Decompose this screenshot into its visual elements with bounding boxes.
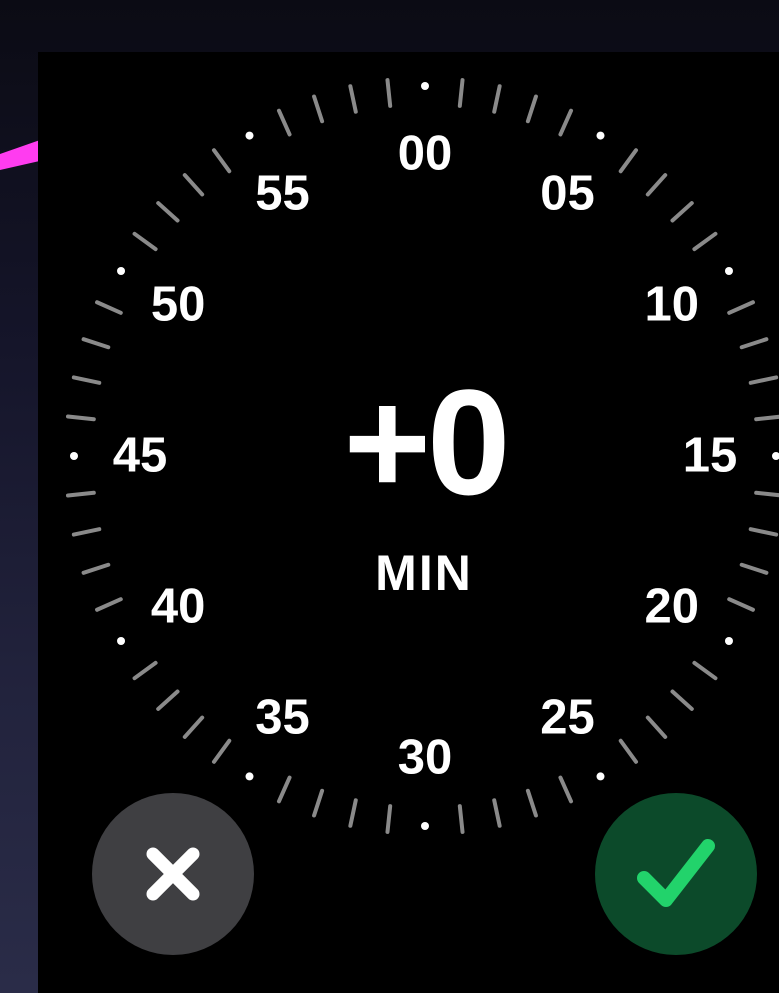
timer-value: +0 bbox=[343, 358, 510, 526]
dial-major-dot bbox=[596, 772, 605, 781]
dial-label-45: 45 bbox=[112, 428, 168, 483]
dial-label-30: 30 bbox=[397, 730, 453, 785]
dial-minor-tick bbox=[727, 597, 755, 612]
dial-minor-tick bbox=[276, 775, 292, 804]
dial-minor-tick bbox=[95, 597, 123, 612]
dial-major-dot bbox=[596, 131, 605, 140]
dial-label-35: 35 bbox=[255, 690, 310, 745]
dial-minor-tick bbox=[748, 527, 779, 537]
dial-minor-tick bbox=[385, 804, 393, 834]
watch-screen: 00 05 10 15 20 25 30 35 40 45 50 55 +0 MIN bbox=[38, 52, 779, 993]
dial-minor-tick bbox=[71, 375, 102, 385]
dial-minor-tick bbox=[457, 78, 465, 108]
dial-minor-tick bbox=[65, 414, 96, 422]
dial-minor-tick bbox=[81, 562, 111, 575]
dial-minor-tick bbox=[65, 490, 96, 498]
dial-minor-tick bbox=[81, 337, 111, 350]
dial-minor-tick bbox=[211, 738, 232, 764]
cancel-button[interactable] bbox=[92, 793, 254, 955]
dial-major-dot bbox=[245, 131, 254, 140]
timer-unit-label: MIN bbox=[375, 545, 473, 601]
dial-minor-tick bbox=[312, 788, 325, 818]
dial-minor-tick bbox=[312, 94, 325, 124]
dial-label-15: 15 bbox=[682, 428, 738, 483]
dial-major-dot bbox=[245, 772, 254, 781]
dial-major-dot bbox=[117, 637, 126, 645]
dial-label-55: 55 bbox=[255, 166, 310, 221]
dial-minor-tick bbox=[385, 78, 393, 108]
dial-minor-tick bbox=[182, 173, 205, 197]
dial-label-25: 25 bbox=[540, 690, 595, 745]
dial-label-50: 50 bbox=[150, 277, 206, 332]
dial-minor-tick bbox=[211, 148, 232, 174]
dial-minor-tick bbox=[348, 798, 358, 828]
dial-minor-tick bbox=[71, 527, 102, 537]
close-icon bbox=[146, 847, 200, 901]
dial-minor-tick bbox=[618, 738, 639, 764]
dial-minor-tick bbox=[95, 300, 123, 315]
dial-minor-tick bbox=[739, 562, 769, 575]
dial-minor-tick bbox=[348, 84, 358, 114]
dial-minor-tick bbox=[670, 201, 694, 223]
dial-minor-tick bbox=[692, 660, 718, 681]
dial-label-10: 10 bbox=[644, 277, 700, 332]
checkmark-icon bbox=[637, 839, 715, 907]
dial-major-dot bbox=[421, 822, 429, 830]
dial-minor-tick bbox=[754, 490, 779, 498]
confirm-button[interactable] bbox=[595, 793, 757, 955]
dial-minor-tick bbox=[156, 201, 180, 223]
dial-major-dot bbox=[421, 82, 429, 90]
dial-minor-tick bbox=[525, 788, 538, 818]
dial-minor-tick bbox=[457, 804, 465, 834]
dial-minor-tick bbox=[754, 414, 779, 422]
dial-minor-tick bbox=[156, 689, 180, 711]
dial-major-dot bbox=[117, 267, 126, 275]
dial-minor-tick bbox=[727, 300, 755, 315]
dial-minor-tick bbox=[182, 715, 205, 739]
dial-label-05: 05 bbox=[540, 166, 595, 221]
dial-minor-tick bbox=[132, 231, 158, 252]
dial-minor-tick bbox=[558, 775, 574, 804]
dial-minor-tick bbox=[618, 148, 639, 174]
dial-minor-tick bbox=[276, 108, 292, 137]
dial-major-dot bbox=[724, 637, 733, 645]
dial-label-20: 20 bbox=[644, 579, 700, 634]
dial-minor-tick bbox=[558, 108, 574, 137]
dial-minor-tick bbox=[132, 660, 158, 681]
dial-major-dot bbox=[70, 452, 78, 460]
dial-minor-tick bbox=[525, 94, 538, 124]
dial-minor-tick bbox=[492, 84, 502, 114]
dial-label-00: 00 bbox=[397, 126, 453, 181]
dial-label-40: 40 bbox=[150, 579, 206, 634]
dial-major-dot bbox=[724, 267, 733, 275]
dial-minor-tick bbox=[748, 375, 779, 385]
dial-minor-tick bbox=[692, 231, 718, 252]
dial-minor-tick bbox=[645, 173, 668, 197]
dial-major-dot bbox=[772, 452, 779, 460]
dial-minor-tick bbox=[492, 798, 502, 828]
dial-minor-tick bbox=[670, 689, 694, 711]
dial-minor-tick bbox=[739, 337, 769, 350]
dial-minor-tick bbox=[645, 715, 668, 739]
